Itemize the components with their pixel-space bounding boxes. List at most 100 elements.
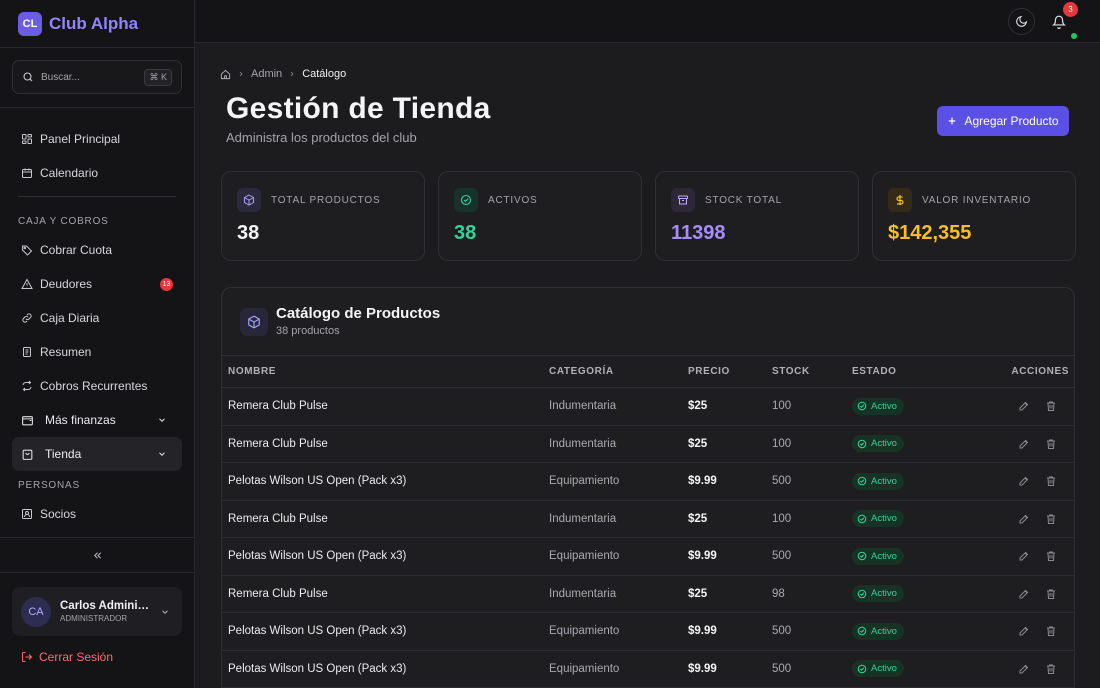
pencil-icon [1019,664,1028,674]
product-name: Remera Club Pulse [222,500,549,538]
delete-button[interactable] [1037,663,1064,675]
logout-icon [22,652,33,662]
delete-button[interactable] [1037,550,1064,562]
product-name: Pelotas Wilson US Open (Pack x3) [222,462,549,501]
id-card-icon [22,509,32,519]
add-product-button[interactable]: Agregar Producto [937,106,1069,136]
edit-button[interactable] [1010,475,1037,487]
chevron-right-icon [290,71,294,77]
warning-icon [21,278,33,289]
column-header-stock[interactable]: STOCK [772,355,852,388]
delete-button[interactable] [1037,400,1064,412]
column-header-nombre[interactable]: NOMBRE [222,355,549,388]
product-price: $9.99 [688,650,772,688]
sidebar-item-socios[interactable]: Socios [12,497,182,531]
edit-button[interactable] [1010,513,1037,525]
table-row[interactable]: Remera Club Pulse Indumentaria $25 100 Activ… [222,387,1074,426]
column-header-estado[interactable]: ESTADO [852,355,972,388]
delete-button[interactable] [1037,438,1064,450]
products-table: NOMBRE CATEGORÍA PRECIO STOCK ESTADO ACC… [222,355,1074,688]
delete-button[interactable] [1037,588,1064,600]
sidebar-item-calendario[interactable]: Calendario [12,156,182,190]
sidebar-item-resumen[interactable]: Resumen [12,335,182,369]
theme-toggle-button[interactable] [1008,8,1035,35]
pencil-icon [1019,477,1028,486]
stat-card-activos: ACTIVOS 38 [438,171,642,261]
table-row[interactable]: Pelotas Wilson US Open (Pack x3) Equipami… [222,537,1074,576]
trash-icon [1046,439,1055,449]
breadcrumb-admin[interactable]: Admin [251,68,282,80]
trash-icon [1046,664,1055,674]
product-stock: 500 [772,650,852,688]
product-stock: 500 [772,537,852,576]
edit-button[interactable] [1010,588,1037,600]
column-header-precio[interactable]: PRECIO [688,355,772,388]
sidebar-item-label: Resumen [40,345,92,359]
product-category: Indumentaria [549,425,688,463]
chevrons-left-icon [93,551,101,559]
sidebar-item-deudores[interactable]: Deudores 13 [12,267,182,301]
stat-value: 38 [454,222,477,244]
logout-label: Cerrar Sesión [39,650,114,664]
table-row[interactable]: Remera Club Pulse Indumentaria $25 100 Activ… [222,500,1074,538]
home-icon[interactable] [220,69,231,80]
edit-button[interactable] [1010,663,1037,675]
search-input[interactable]: Buscar... ⌘ K [12,60,182,94]
product-stock: 100 [772,387,852,426]
search-shortcut: ⌘ K [144,68,172,86]
receipt-icon [23,347,31,357]
product-name: Remera Club Pulse [222,387,549,426]
table-row[interactable]: Remera Club Pulse Indumentaria $25 100 Activ… [222,425,1074,463]
stat-label: STOCK TOTAL [705,195,782,206]
catalog-title: Catálogo de Productos [276,305,441,322]
user-role: ADMINISTRADOR [60,614,128,623]
table-row[interactable]: Pelotas Wilson US Open (Pack x3) Equipami… [222,650,1074,688]
product-price: $25 [688,500,772,538]
check-circle-icon [857,626,867,636]
stat-label: ACTIVOS [488,195,538,206]
trash-icon [1046,476,1055,487]
tag-icon [22,245,33,256]
column-header-categoria[interactable]: CATEGORÍA [549,355,688,388]
table-row[interactable]: Pelotas Wilson US Open (Pack x3) Equipami… [222,462,1074,501]
status-badge: Activo [852,472,904,490]
table-row[interactable]: Pelotas Wilson US Open (Pack x3) Equipami… [222,612,1074,651]
delete-button[interactable] [1037,475,1064,487]
brand[interactable]: CL Club Alpha [0,0,194,48]
delete-button[interactable] [1037,513,1064,525]
edit-button[interactable] [1010,625,1037,637]
bell-icon [1051,15,1066,29]
sidebar-divider [18,196,176,197]
notifications-button[interactable]: 3 [1045,2,1078,39]
sidebar-group-label: Más finanzas [45,413,116,427]
chevron-right-icon [239,71,243,77]
repeat-icon [22,380,32,392]
sidebar-item-cobrar-cuota[interactable]: Cobrar Cuota [12,233,182,267]
sidebar-item-caja-diaria[interactable]: Caja Diaria [12,301,182,335]
sidebar-group-mas-finanzas[interactable]: Más finanzas [12,403,182,437]
delete-button[interactable] [1037,625,1064,637]
sidebar-item-cobros-recurrentes[interactable]: Cobros Recurrentes [12,369,182,403]
edit-button[interactable] [1010,550,1037,562]
product-price: $9.99 [688,612,772,651]
sidebar-group-tienda[interactable]: Tienda [12,437,182,471]
edit-button[interactable] [1010,400,1037,412]
section-personas: PERSONAS [18,479,80,491]
calendar-icon [22,168,32,178]
sidebar-item-panel-principal[interactable]: Panel Principal [12,122,182,156]
stat-label: VALOR INVENTARIO [922,195,1032,206]
collapse-sidebar-button[interactable] [0,537,194,573]
status-label: Activo [871,663,897,675]
chevron-down-icon [162,609,168,614]
logout-button[interactable]: Cerrar Sesión [21,650,113,664]
product-category: Equipamiento [549,650,688,688]
status-badge: Activo [852,397,904,415]
product-name: Remera Club Pulse [222,425,549,463]
sidebar-item-label: Cobros Recurrentes [40,379,148,393]
table-row[interactable]: Remera Club Pulse Indumentaria $25 98 Activo [222,575,1074,613]
stat-card-stock-total: STOCK TOTAL 11398 [655,171,859,261]
edit-button[interactable] [1010,438,1037,450]
grid-icon [22,134,32,144]
user-menu[interactable]: CA Carlos Administrador ADMINISTRADOR [12,587,182,636]
product-catalog: Catálogo de Productos 38 productos NOMBR… [221,287,1075,688]
